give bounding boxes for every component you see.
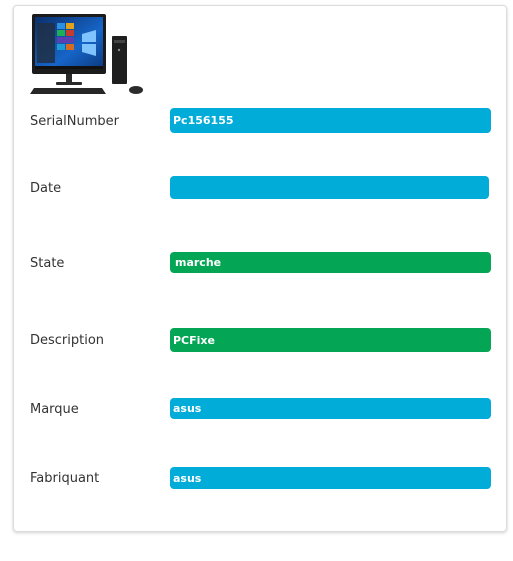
fabriquant-value: asus	[170, 467, 491, 489]
date-value	[170, 176, 489, 199]
fabriquant-label: Fabriquant	[30, 471, 100, 486]
description-label: Description	[30, 333, 105, 348]
state-value: marche	[170, 252, 491, 273]
desktop-computer-icon	[30, 14, 143, 94]
serial-number-label: SerialNumber	[30, 114, 120, 129]
serial-number-value: Pc156155	[170, 108, 491, 133]
description-value: PCFixe	[170, 328, 491, 352]
marque-value: asus	[170, 398, 491, 419]
date-label: Date	[30, 181, 62, 196]
marque-label: Marque	[30, 402, 79, 417]
state-label: State	[30, 256, 65, 271]
